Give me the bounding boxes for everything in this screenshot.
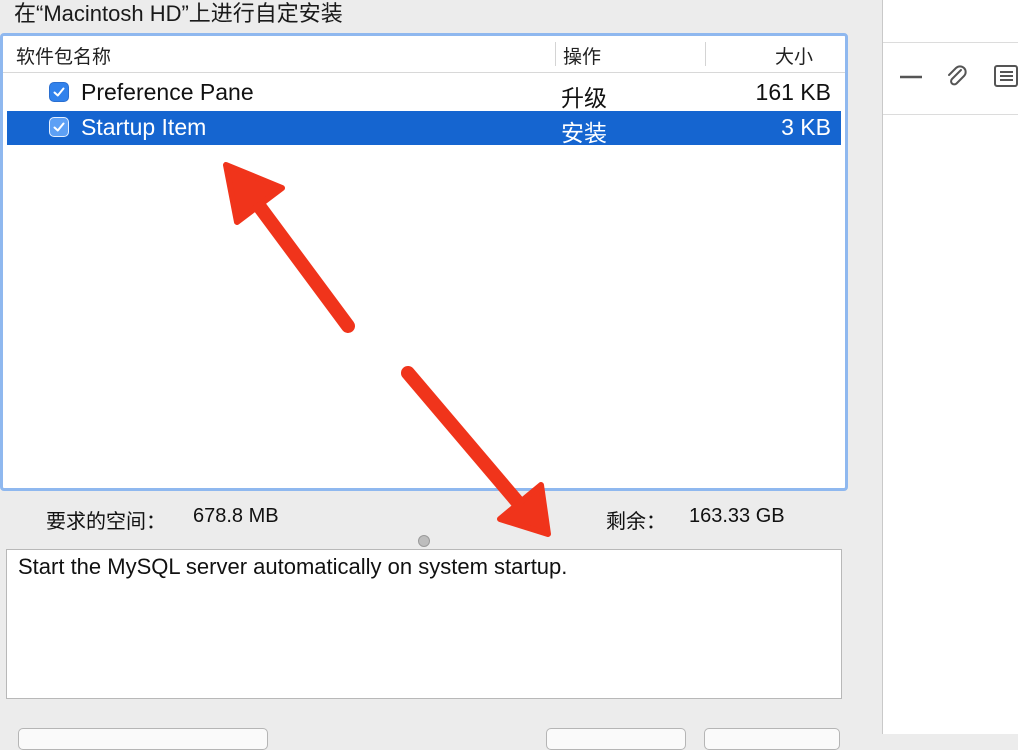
split-view-handle[interactable] xyxy=(418,535,430,547)
checkbox-checked[interactable] xyxy=(49,82,69,102)
package-action: 升级 xyxy=(561,85,607,111)
package-action: 安装 xyxy=(561,120,607,146)
column-divider[interactable] xyxy=(705,42,706,66)
minus-icon[interactable] xyxy=(899,66,923,91)
bottom-left-button[interactable] xyxy=(18,728,268,750)
package-size: 3 KB xyxy=(781,114,831,140)
table-header: 软件包名称 操作 大小 xyxy=(3,36,845,73)
required-space-label: 要求的空间： xyxy=(46,511,166,533)
remaining-space-value: 163.33 GB xyxy=(689,505,785,527)
checkmark-icon xyxy=(53,122,65,132)
list-icon[interactable] xyxy=(993,64,1018,93)
required-space-value: 678.8 MB xyxy=(193,505,279,527)
package-size: 161 KB xyxy=(755,79,831,105)
description-box: Start the MySQL server automatically on … xyxy=(6,549,842,699)
toolbar-divider xyxy=(883,42,1018,43)
table-row[interactable]: Preference Pane 升级 161 KB xyxy=(7,76,841,111)
column-header-size[interactable]: 大小 xyxy=(775,42,813,69)
column-header-name[interactable]: 软件包名称 xyxy=(16,42,111,69)
package-table[interactable]: 软件包名称 操作 大小 Preference Pane 升级 161 KB St… xyxy=(0,33,848,491)
column-divider[interactable] xyxy=(555,42,556,66)
column-header-action[interactable]: 操作 xyxy=(563,42,601,69)
remaining-space-label: 剩余： xyxy=(606,511,666,533)
background-window xyxy=(882,0,1018,734)
bottom-button-back[interactable] xyxy=(546,728,686,750)
bottom-button-install[interactable] xyxy=(704,728,840,750)
package-name: Startup Item xyxy=(81,114,207,140)
checkbox-checked[interactable] xyxy=(49,117,69,137)
description-text: Start the MySQL server automatically on … xyxy=(18,554,568,579)
package-name: Preference Pane xyxy=(81,79,254,105)
window-title: 在“Macintosh HD”上进行自定安装 xyxy=(14,1,343,26)
toolbar-divider xyxy=(883,114,1018,115)
checkmark-icon xyxy=(53,87,65,97)
paperclip-icon[interactable] xyxy=(945,62,969,95)
table-row-selected[interactable]: Startup Item 安装 3 KB xyxy=(7,111,841,146)
